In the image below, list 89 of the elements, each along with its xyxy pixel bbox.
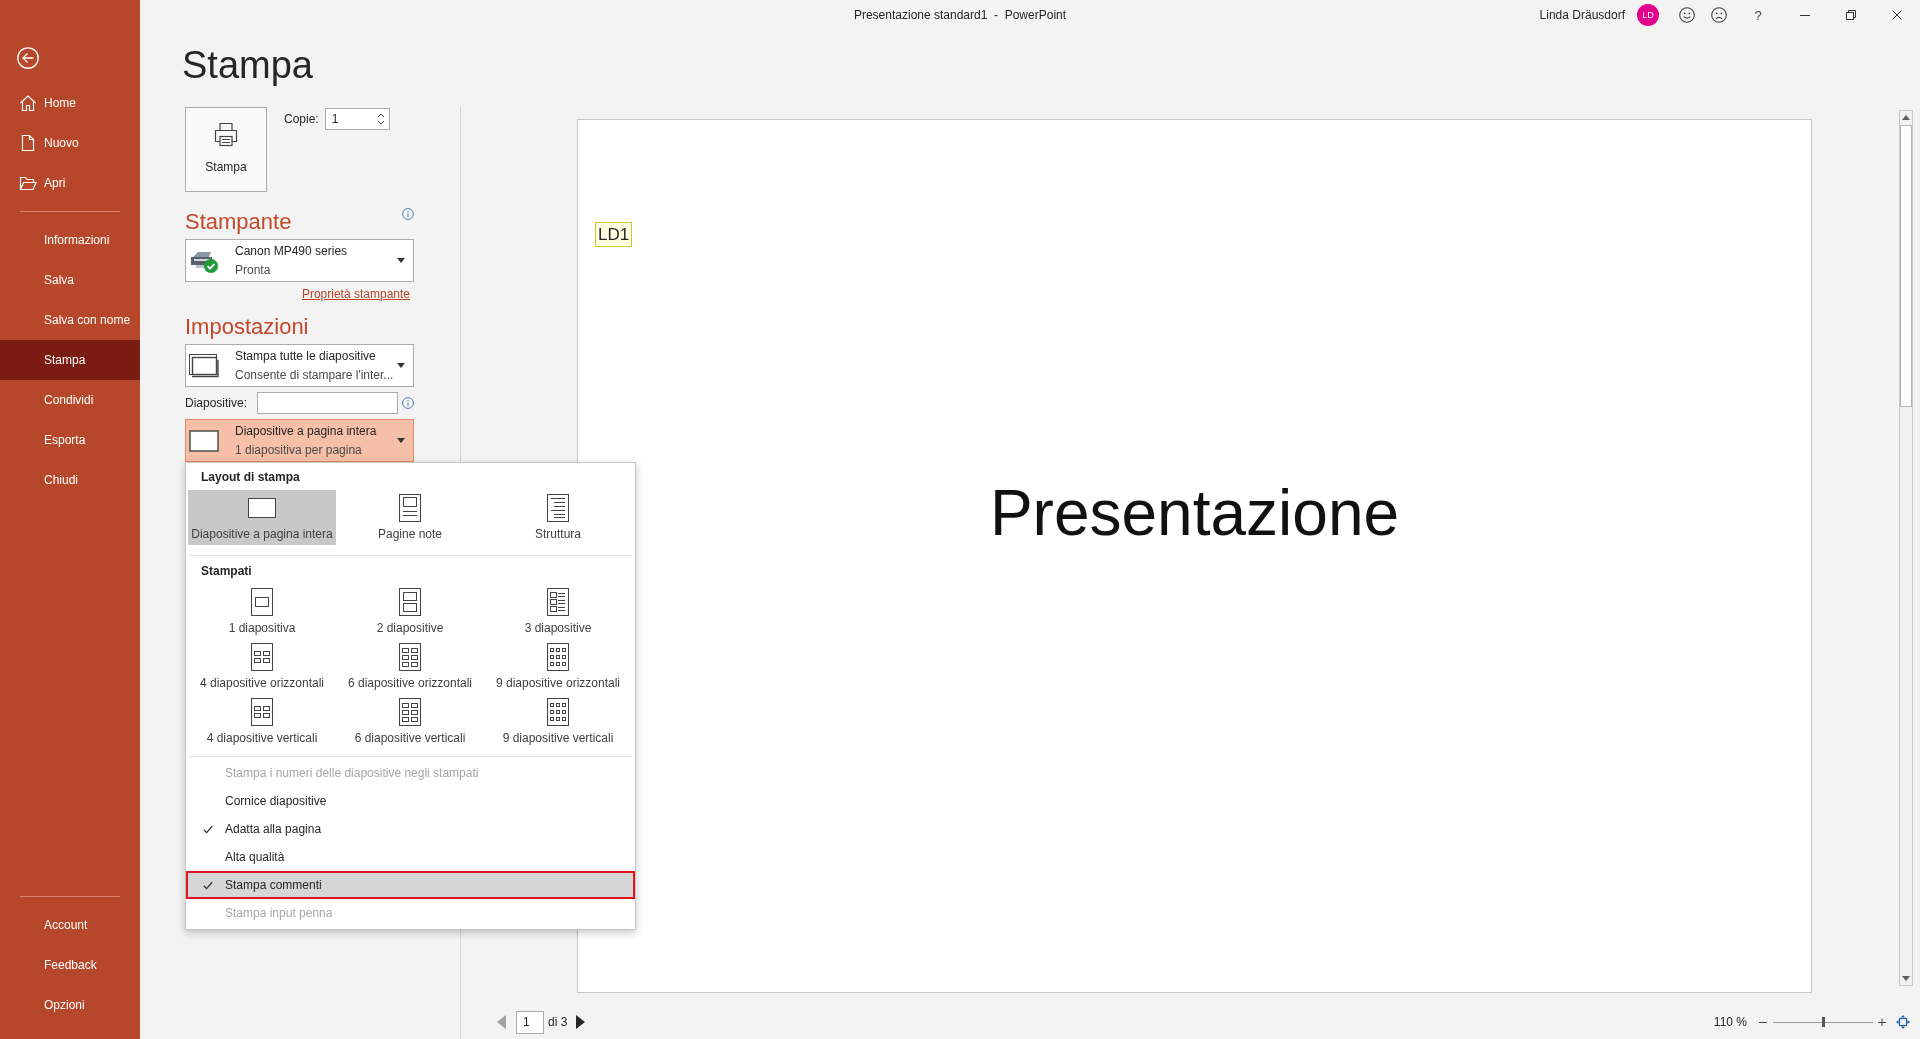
scroll-down-icon[interactable] [1902,976,1910,981]
outline-page-icon [547,494,569,522]
window-title: Presentazione standard1 - PowerPoint [853,8,1067,22]
layout-option[interactable]: Pagine note [336,490,484,545]
layout-option[interactable]: 6 diapositive orizzontali [336,639,484,694]
zoom-level-label[interactable]: 110 % [1713,1015,1747,1029]
layout-dropdown[interactable]: Diapositive a pagina intera 1 diapositiva per pagina [185,419,414,462]
sidebar-item[interactable]: Chiudi [0,460,140,500]
fit-to-window-icon[interactable] [1896,1015,1910,1029]
handout-page-icon [251,698,273,726]
slides-label: Diapositive: [185,396,249,410]
slides-stack-icon [189,353,219,378]
zoom-in-icon[interactable] [1878,1018,1886,1026]
layout-option[interactable]: 2 diapositive [336,584,484,639]
layout-option[interactable]: 6 diapositive verticali [336,694,484,749]
user-name[interactable]: Linda Dräusdorf [1539,8,1625,22]
layout-option[interactable]: 9 diapositive verticali [484,694,632,749]
restore-icon[interactable] [1846,10,1856,20]
sidebar-item[interactable]: Salva con nome [0,300,140,340]
caret-icon [397,438,405,443]
caret-icon [397,258,405,263]
layout-option[interactable]: 9 diapositive orizzontali [484,639,632,694]
handout-page-icon [251,588,273,616]
help-button[interactable]: ? [1742,0,1774,30]
slide-icon [189,429,219,452]
caret-icon [397,363,405,368]
slides-field[interactable] [257,392,398,414]
notes-page-icon [399,494,421,522]
frown-icon[interactable] [1711,7,1727,23]
sidebar-item[interactable]: Nuovo [0,123,140,163]
handout-page-icon [547,643,569,671]
copies-field[interactable]: 1 [324,108,390,130]
printer-dropdown[interactable]: Canon MP490 series Pronta [185,239,414,282]
close-icon[interactable] [1892,10,1902,20]
menu-option[interactable]: Stampa commenti [186,871,635,899]
copies-label: Copie: [284,112,319,126]
menu-section-heading: Layout di stampa [200,469,301,486]
handout-page-icon [399,698,421,726]
sidebar-item[interactable]: Salva [0,260,140,300]
check-icon [203,880,213,890]
smiley-icon[interactable] [1679,7,1695,23]
sidebar-item[interactable]: Home [0,83,140,123]
handout-page-icon [547,698,569,726]
menu-option[interactable]: Adatta alla pagina [186,815,635,843]
layout-option[interactable]: 1 diapositiva [188,584,336,639]
folder-icon [19,174,37,192]
sidebar-item[interactable]: Esporta [0,420,140,460]
handout-page-icon [399,643,421,671]
user-avatar[interactable]: LD [1637,4,1659,26]
sidebar-item[interactable]: Account [0,905,140,945]
info-icon[interactable] [402,208,414,220]
scroll-up-icon[interactable] [1902,115,1910,120]
layout-option[interactable]: 3 diapositive [484,584,632,639]
layout-option[interactable]: Diapositive a pagina intera [188,490,336,545]
print-range-dropdown[interactable]: Stampa tutte le diapositive Consente di stampare l'inter... [185,344,414,387]
sidebar-item[interactable]: Feedback [0,945,140,985]
section-heading: Impostazioni [185,313,309,341]
section-heading: Stampante [185,208,292,236]
menu-option[interactable]: Cornice diapositive [186,787,635,815]
handout-page-icon [399,588,421,616]
handout-page-icon [547,588,569,616]
spin-arrows-icon[interactable] [376,112,385,126]
next-page-icon[interactable] [576,1015,586,1029]
layout-option[interactable]: 4 diapositive orizzontali [188,639,336,694]
printer-icon [212,120,240,148]
sidebar-item[interactable]: Stampa [0,340,140,380]
sidebar-item[interactable]: Condividi [0,380,140,420]
page-count-label: di 3 [548,1015,568,1029]
sidebar-item[interactable]: Opzioni [0,985,140,1025]
sidebar-item[interactable]: Informazioni [0,220,140,260]
page-number-field[interactable]: 1 [516,1010,544,1034]
menu-section-heading: Stampati [200,563,253,580]
handout-page-icon [251,643,273,671]
home-icon [19,94,37,112]
check-icon [203,824,213,834]
print-button[interactable]: Stampa [185,107,267,192]
printer-properties-link[interactable]: Proprietà stampante [301,286,410,302]
vertical-scrollbar[interactable] [1899,110,1913,986]
info-icon[interactable] [402,397,414,409]
layout-option[interactable]: 4 diapositive verticali [188,694,336,749]
menu-option[interactable]: Alta qualità [186,843,635,871]
document-icon [19,134,37,152]
zoom-slider-thumb[interactable] [1822,1017,1825,1027]
comment-marker: LD1 [595,222,633,247]
layout-option[interactable]: Struttura [484,490,632,545]
sidebar-item[interactable]: Apri [0,163,140,203]
scrollbar-thumb[interactable] [1900,125,1912,407]
page-title: Stampa [182,43,313,88]
slide-title: Presentazione [989,476,1400,551]
